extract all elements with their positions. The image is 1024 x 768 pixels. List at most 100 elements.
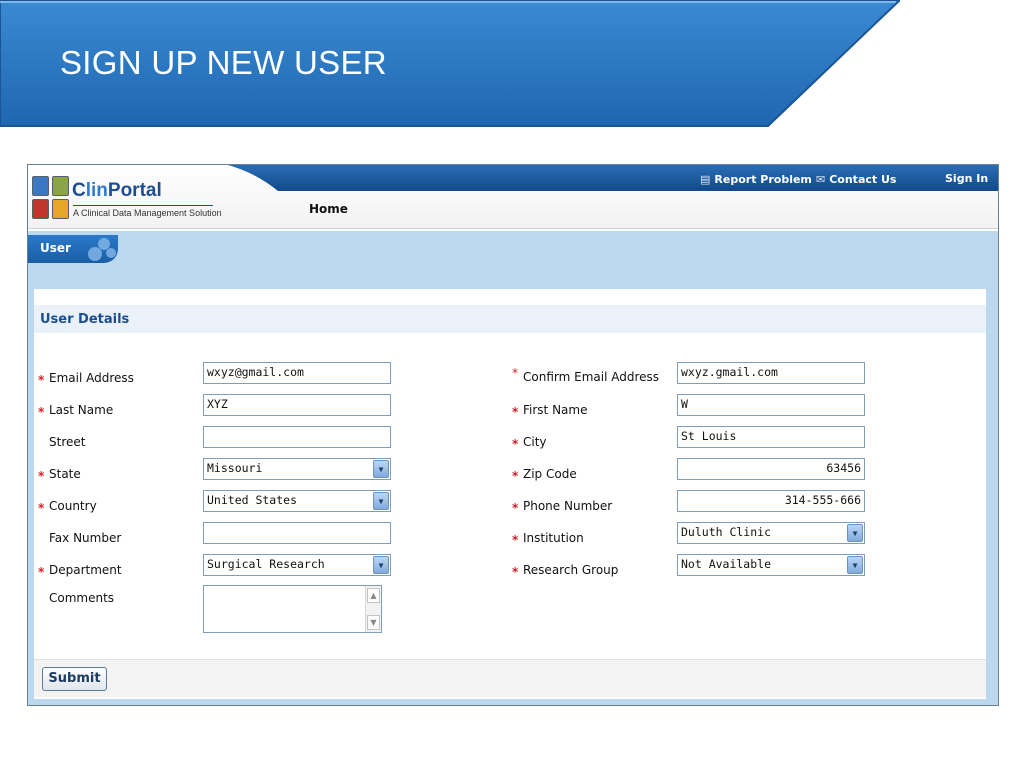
label-text: Comments	[49, 591, 115, 605]
required-mark: *	[512, 366, 518, 380]
select-value: Not Available	[681, 557, 772, 571]
country-select[interactable]: United States ▼	[203, 490, 391, 512]
clinportal-logo[interactable]: ClinPortal A Clinical Data Management So…	[30, 173, 250, 227]
form-footer: Submit	[34, 659, 986, 697]
section-header: User Details	[34, 305, 986, 333]
slide-banner: SIGN UP NEW USER	[0, 0, 900, 128]
chevron-down-icon[interactable]: ▼	[847, 556, 863, 574]
bubble-decoration	[106, 248, 116, 258]
required-mark: *	[38, 565, 45, 579]
city-label: * City	[512, 435, 547, 451]
logo-name-suffix: Portal	[107, 180, 162, 201]
chevron-down-icon[interactable]: ▼	[373, 460, 389, 478]
comments-scrollbar[interactable]: ▲ ▼	[365, 586, 381, 632]
comments-textarea[interactable]: ▲ ▼	[203, 585, 382, 633]
zip-code-input[interactable]: 63456	[677, 458, 865, 480]
required-mark: *	[512, 469, 519, 483]
select-value: Surgical Research	[207, 557, 325, 571]
email-address-label: * Email Address	[38, 371, 134, 387]
pencil-icon	[32, 199, 49, 219]
report-problem-label: Report Problem	[714, 173, 812, 186]
department-label: * Department	[38, 563, 122, 579]
user-details-panel: User Details * Email Address wxyz@gmail.c…	[34, 289, 986, 699]
street-label: Street	[38, 435, 85, 449]
required-mark: *	[512, 437, 519, 451]
required-mark: *	[38, 373, 45, 387]
logo-name-mid: lin	[85, 180, 108, 201]
select-value: Duluth Clinic	[681, 525, 772, 539]
street-input[interactable]	[203, 426, 391, 448]
institution-label: * Institution	[512, 531, 584, 547]
label-text: Phone Number	[523, 499, 613, 513]
sign-in-link[interactable]: Sign In	[945, 172, 988, 185]
envelope-icon: ✉	[816, 173, 826, 186]
fax-number-input[interactable]	[203, 522, 391, 544]
logo-divider	[73, 205, 213, 206]
department-select[interactable]: Surgical Research ▼	[203, 554, 391, 576]
logo-tagline: A Clinical Data Management Solution	[73, 208, 222, 218]
submit-button[interactable]: Submit	[42, 667, 107, 691]
state-label: * State	[38, 467, 81, 483]
logo-name-prefix: C	[72, 180, 86, 201]
label-text: Zip Code	[523, 467, 577, 481]
research-group-label: * Research Group	[512, 563, 619, 579]
label-text: First Name	[523, 403, 588, 417]
first-name-label: * First Name	[512, 403, 588, 419]
label-text: State	[49, 467, 81, 481]
label-text: Confirm Email Address	[523, 370, 660, 384]
required-mark: *	[512, 405, 519, 419]
comments-label: Comments	[38, 591, 114, 605]
last-name-label: * Last Name	[38, 403, 114, 419]
scroll-down-icon[interactable]: ▼	[367, 615, 380, 630]
scroll-up-icon[interactable]: ▲	[367, 588, 380, 603]
contact-us-label: Contact Us	[829, 173, 897, 186]
label-text: Email Address	[49, 371, 134, 385]
label-text: Department	[49, 563, 122, 577]
label-text: Last Name	[49, 403, 114, 417]
confirm-email-label: * Confirm Email Address	[512, 366, 660, 384]
nav-home[interactable]: Home	[309, 202, 348, 216]
app-header: ClinPortal A Clinical Data Management So…	[28, 165, 998, 229]
phone-number-input[interactable]: 314-555-666	[677, 490, 865, 512]
logo-name: ClinPortal	[72, 180, 162, 202]
required-mark: *	[512, 565, 519, 579]
section-title: User Details	[40, 312, 130, 327]
fax-number-label: Fax Number	[38, 531, 121, 545]
city-input[interactable]: St Louis	[677, 426, 865, 448]
label-text: Country	[49, 499, 97, 513]
country-label: * Country	[38, 499, 97, 515]
research-group-select[interactable]: Not Available ▼	[677, 554, 865, 576]
zip-code-label: * Zip Code	[512, 467, 577, 483]
label-text: City	[523, 435, 547, 449]
institution-select[interactable]: Duluth Clinic ▼	[677, 522, 865, 544]
required-mark: *	[512, 501, 519, 515]
label-text: Street	[49, 435, 86, 449]
label-text: Institution	[523, 531, 584, 545]
label-text: Fax Number	[49, 531, 122, 545]
select-value: United States	[207, 493, 298, 507]
report-problem-link[interactable]: ▤ Report Problem	[700, 173, 812, 186]
chevron-down-icon[interactable]: ▼	[373, 556, 389, 574]
state-select[interactable]: Missouri ▼	[203, 458, 391, 480]
required-mark: *	[512, 533, 519, 547]
label-text: Research Group	[523, 563, 619, 577]
first-name-input[interactable]: W	[677, 394, 865, 416]
tab-user-label: User	[40, 241, 71, 255]
required-mark: *	[38, 469, 45, 483]
email-address-input[interactable]: wxyz@gmail.com	[203, 362, 391, 384]
contact-us-link[interactable]: ✉ Contact Us	[816, 173, 896, 186]
chevron-down-icon[interactable]: ▼	[847, 524, 863, 542]
clipboard-icon	[52, 199, 69, 219]
person-icon	[32, 176, 49, 196]
document-icon: ▤	[700, 173, 711, 186]
slide-title: SIGN UP NEW USER	[60, 44, 387, 81]
calendar-icon	[52, 176, 69, 196]
required-mark: *	[38, 405, 45, 419]
tab-user[interactable]: User	[28, 235, 118, 263]
confirm-email-input[interactable]: wxyz.gmail.com	[677, 362, 865, 384]
app-window: ClinPortal A Clinical Data Management So…	[27, 164, 999, 706]
last-name-input[interactable]: XYZ	[203, 394, 391, 416]
required-mark: *	[38, 501, 45, 515]
chevron-down-icon[interactable]: ▼	[373, 492, 389, 510]
phone-number-label: * Phone Number	[512, 499, 613, 515]
